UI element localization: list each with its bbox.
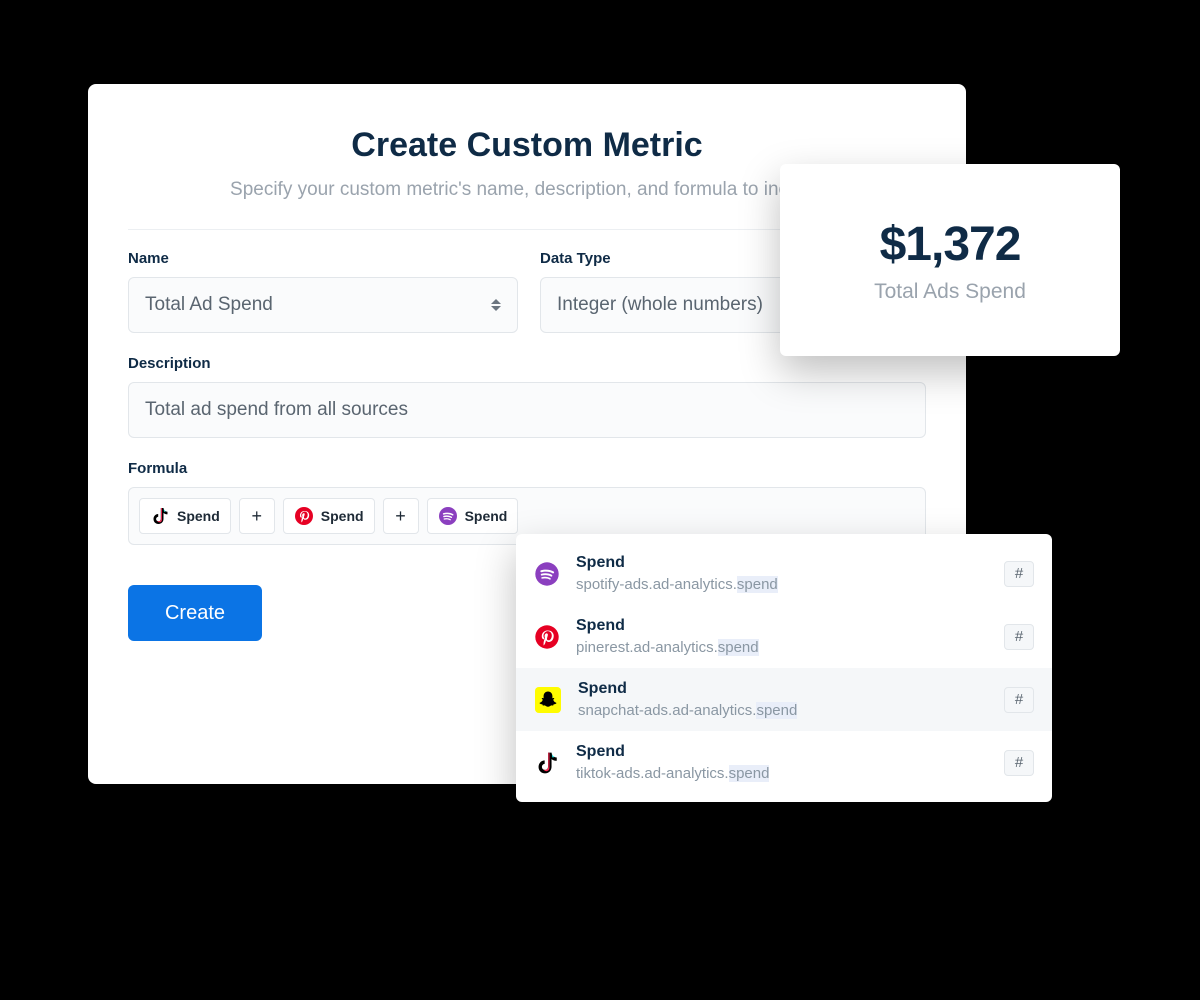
hash-badge: # [1004, 624, 1034, 650]
formula-chip-tiktok[interactable]: Spend [139, 498, 231, 534]
dropdown-item-snapchat[interactable]: Spend snapchat-ads.ad-analytics.spend # [516, 668, 1052, 731]
dropdown-item-pinterest[interactable]: Spend pinerest.ad-analytics.spend # [516, 605, 1052, 668]
stat-card: $1,372 Total Ads Spend [780, 164, 1120, 356]
spotify-icon [438, 506, 458, 526]
tiktok-icon [534, 750, 560, 776]
hash-badge: # [1004, 687, 1034, 713]
operator-plus[interactable]: + [239, 498, 275, 534]
dropdown-item-path: tiktok-ads.ad-analytics.spend [576, 765, 988, 782]
create-button[interactable]: Create [128, 585, 262, 641]
chip-label: Spend [177, 508, 220, 524]
chip-label: Spend [465, 508, 508, 524]
chevron-updown-icon [491, 299, 501, 311]
hash-badge: # [1004, 561, 1034, 587]
dropdown-item-spotify[interactable]: Spend spotify-ads.ad-analytics.spend # [516, 542, 1052, 605]
formula-chip-pinterest[interactable]: Spend [283, 498, 375, 534]
description-value: Total ad spend from all sources [145, 399, 408, 421]
name-label: Name [128, 250, 518, 267]
spotify-icon [534, 561, 560, 587]
stat-value: $1,372 [880, 217, 1021, 272]
metric-dropdown: Spend spotify-ads.ad-analytics.spend # S… [516, 534, 1052, 802]
snapchat-icon [534, 686, 562, 714]
hash-badge: # [1004, 750, 1034, 776]
name-value: Total Ad Spend [145, 294, 273, 316]
dropdown-item-path: snapchat-ads.ad-analytics.spend [578, 702, 988, 719]
description-label: Description [128, 355, 926, 372]
description-input[interactable]: Total ad spend from all sources [128, 382, 926, 438]
tiktok-icon [150, 506, 170, 526]
pinterest-icon [294, 506, 314, 526]
dropdown-item-title: Spend [576, 617, 988, 635]
page-title: Create Custom Metric [128, 126, 926, 165]
formula-label: Formula [128, 460, 926, 477]
dropdown-item-tiktok[interactable]: Spend tiktok-ads.ad-analytics.spend # [516, 731, 1052, 794]
formula-chip-spotify[interactable]: Spend [427, 498, 519, 534]
dropdown-item-title: Spend [576, 743, 988, 761]
operator-plus[interactable]: + [383, 498, 419, 534]
stat-label: Total Ads Spend [874, 280, 1026, 304]
dropdown-item-title: Spend [576, 554, 988, 572]
datatype-value: Integer (whole numbers) [557, 294, 763, 316]
pinterest-icon [534, 624, 560, 650]
dropdown-item-path: spotify-ads.ad-analytics.spend [576, 576, 988, 593]
dropdown-item-path: pinerest.ad-analytics.spend [576, 639, 988, 656]
dropdown-item-title: Spend [578, 680, 988, 698]
name-select[interactable]: Total Ad Spend [128, 277, 518, 333]
chip-label: Spend [321, 508, 364, 524]
